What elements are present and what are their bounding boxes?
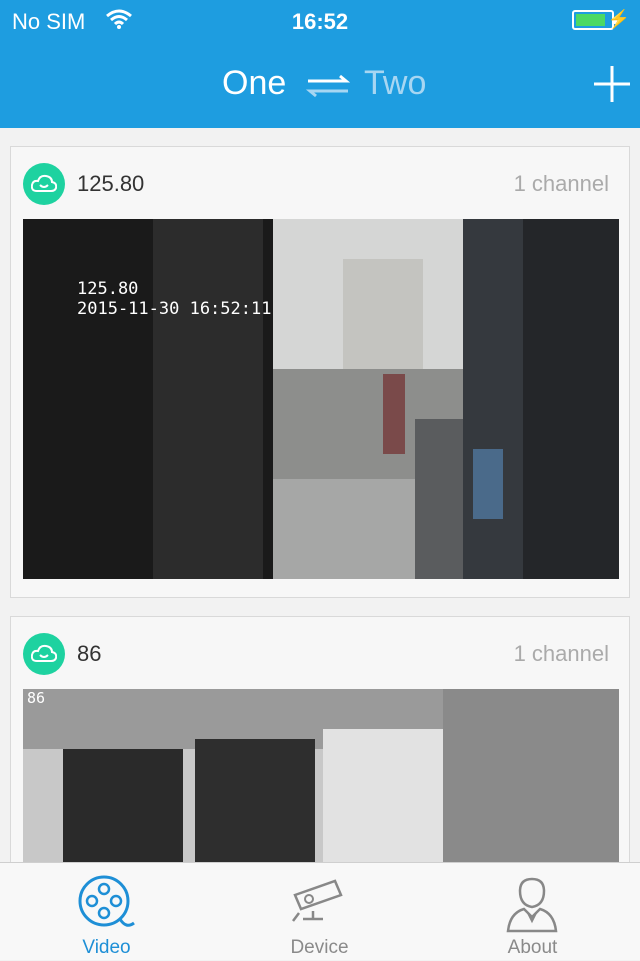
video-preview[interactable]: 86 — [23, 689, 619, 862]
segment-one[interactable]: One — [222, 64, 286, 103]
film-reel-icon — [78, 875, 135, 927]
video-osd-text: 125.80 2015-11-30 16:52:11 — [77, 279, 272, 319]
status-time: 16:52 — [291, 9, 349, 34]
video-osd-text: 86 — [27, 689, 46, 707]
tab-video-label: Video — [82, 937, 131, 958]
charging-bolt-icon: ⚡ — [607, 9, 630, 29]
tab-about-label: About — [507, 937, 558, 958]
channel-count: 1 channel — [513, 171, 609, 196]
person-icon — [506, 877, 558, 933]
device-card-header: 125.80 1 channel — [11, 147, 629, 219]
tab-video[interactable]: Video — [0, 863, 213, 961]
segment-two[interactable]: Two — [364, 64, 426, 103]
device-card[interactable]: 125.80 1 channel 125.80 2015-11-30 16:52… — [10, 146, 630, 598]
segment-control: One Two — [0, 62, 640, 106]
camera-scene-image — [23, 689, 619, 862]
device-card[interactable]: 86 1 channel 86 — [10, 616, 630, 862]
cloud-icon — [23, 633, 65, 675]
tab-about[interactable]: About — [426, 863, 639, 961]
device-name: 86 — [77, 641, 102, 666]
device-card-header: 86 1 channel — [11, 617, 629, 689]
video-preview[interactable]: 125.80 2015-11-30 16:52:11 — [23, 219, 619, 579]
top-header: No SIM 16:52 ⚡ One Two — [0, 0, 640, 128]
swap-arrows-icon[interactable] — [304, 72, 352, 100]
device-name: 125.80 — [77, 171, 145, 196]
cloud-icon — [23, 163, 65, 205]
status-bar: No SIM 16:52 ⚡ — [0, 0, 640, 40]
channel-count: 1 channel — [513, 641, 609, 666]
tab-device-label: Device — [290, 937, 349, 958]
camera-scene-image — [23, 219, 619, 579]
tab-bar: Video Device About — [0, 862, 640, 960]
device-list[interactable]: 125.80 1 channel 125.80 2015-11-30 16:52… — [0, 128, 640, 862]
add-device-button[interactable] — [592, 64, 632, 104]
camera-icon — [292, 879, 343, 922]
tab-device[interactable]: Device — [213, 863, 426, 961]
